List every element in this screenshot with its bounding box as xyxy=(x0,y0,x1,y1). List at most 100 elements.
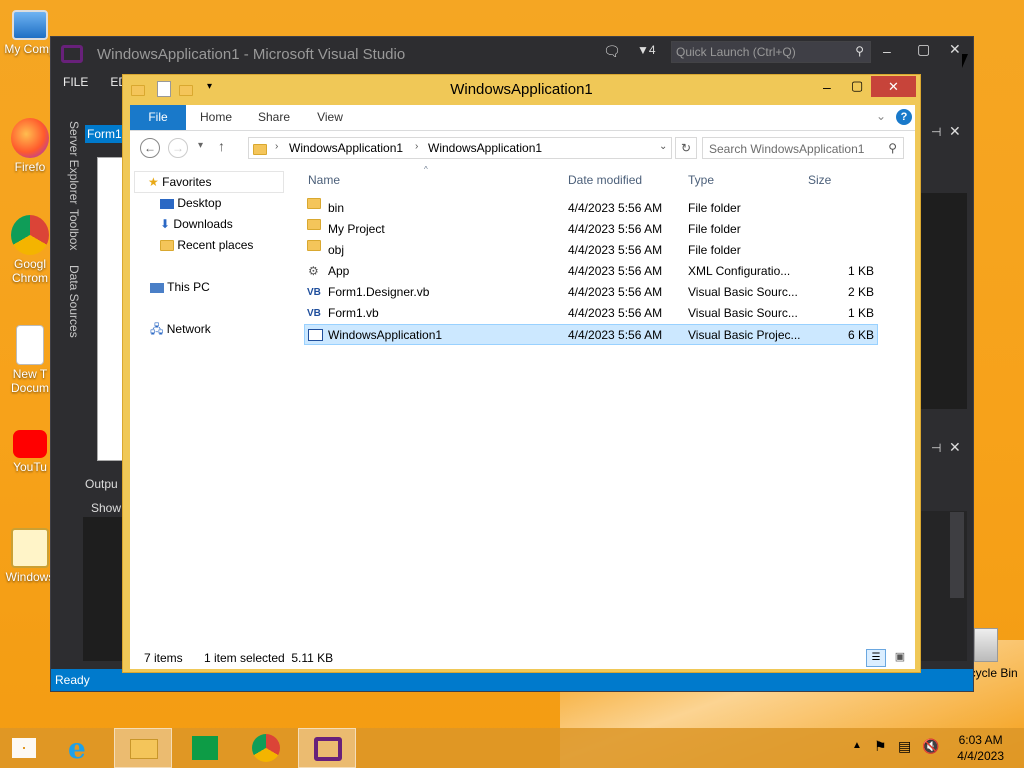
up-button[interactable]: ↑ xyxy=(218,138,225,154)
file-date: 4/4/2023 5:56 AM xyxy=(568,328,663,342)
back-button[interactable]: ← xyxy=(140,138,160,158)
taskbar-store[interactable] xyxy=(176,728,234,768)
start-button[interactable] xyxy=(0,728,58,768)
tab-share[interactable]: Share xyxy=(252,105,296,130)
file-type: File folder xyxy=(688,201,741,215)
clock-date: 4/4/2023 xyxy=(957,749,1004,763)
file-explorer-window[interactable]: ▾ WindowsApplication1 ‒ ▢ ✕ File Home Sh… xyxy=(122,74,921,673)
forward-button[interactable]: → xyxy=(168,138,188,158)
table-row[interactable]: VB Form1.Designer.vb 4/4/2023 5:56 AM Vi… xyxy=(304,282,878,303)
pin-icon[interactable]: ⊣ xyxy=(931,441,941,455)
tab-home[interactable]: Home xyxy=(194,105,238,130)
file-type: Visual Basic Sourc... xyxy=(688,285,798,299)
feedback-icon[interactable]: 🗨 xyxy=(603,43,621,60)
chrome-icon xyxy=(252,734,280,762)
table-row[interactable]: obj 4/4/2023 5:56 AM File folder xyxy=(304,240,878,261)
maximize-button[interactable]: ▢ xyxy=(851,78,863,94)
table-row[interactable]: ⚙ App 4/4/2023 5:56 AM XML Configuratio.… xyxy=(304,261,878,282)
data-sources-tab[interactable]: Data Sources xyxy=(61,265,81,338)
column-header-type[interactable]: Type xyxy=(688,173,714,187)
scrollbar[interactable] xyxy=(950,512,964,598)
youtube-icon xyxy=(13,430,47,458)
vb-icon: VB xyxy=(307,287,321,298)
tab-view[interactable]: View xyxy=(308,105,352,130)
file-type: File folder xyxy=(688,222,741,236)
navigation-pane: ★ Favorites Desktop ⬇ Downloads Recent p… xyxy=(130,165,290,645)
breadcrumb-item[interactable]: WindowsApplication1 xyxy=(289,141,403,155)
show-label: Show xyxy=(91,501,122,515)
nav-network[interactable]: 🖧 Network xyxy=(150,319,211,339)
refresh-button[interactable]: ↻ xyxy=(675,137,697,159)
show-hidden-icons-button[interactable]: ▲ xyxy=(852,740,862,751)
menu-file[interactable]: FILE xyxy=(63,75,88,89)
large-icons-view-button[interactable]: ▣ xyxy=(890,649,910,667)
nav-favorites[interactable]: ★ Favorites xyxy=(148,172,211,192)
action-center-flag-icon[interactable]: ⚑ xyxy=(874,738,887,755)
computer-icon xyxy=(150,282,164,293)
nav-desktop[interactable]: Desktop xyxy=(160,193,221,213)
vs-minimize-button[interactable]: ‒ xyxy=(883,43,891,59)
internet-explorer-icon: e xyxy=(68,732,86,765)
server-explorer-tab[interactable]: Server Explorer xyxy=(61,121,81,204)
taskbar-file-explorer[interactable] xyxy=(114,728,172,768)
notifications-button[interactable]: ▼4 xyxy=(637,43,656,57)
file-list: ^ Name Date modified Type Size bin 4/4/2… xyxy=(300,165,915,645)
chevron-down-icon[interactable]: ⌄ xyxy=(659,141,667,152)
nav-label: Desktop xyxy=(177,196,222,210)
volume-muted-icon[interactable]: 🔇 xyxy=(922,738,939,755)
quick-launch-input[interactable]: Quick Launch (Ctrl+Q) ⚲ xyxy=(671,41,871,63)
clock[interactable]: 6:03 AM 4/4/2023 xyxy=(957,732,1004,764)
toolbox-tab[interactable]: Toolbox xyxy=(61,209,81,250)
output-label: Outpu xyxy=(85,477,118,491)
table-row[interactable]: VB Form1.vb 4/4/2023 5:56 AM Visual Basi… xyxy=(304,303,878,324)
star-icon: ★ xyxy=(148,175,159,189)
minimize-button[interactable]: ‒ xyxy=(823,79,831,95)
pane-close-icon[interactable]: ✕ xyxy=(949,123,961,140)
file-name: obj xyxy=(328,243,345,257)
chrome-icon xyxy=(11,215,49,255)
taskbar-visual-studio[interactable] xyxy=(298,728,356,768)
details-view-button[interactable]: ☰ xyxy=(866,649,886,667)
firefox-icon xyxy=(11,118,49,158)
pane-close-icon[interactable]: ✕ xyxy=(949,439,961,456)
breadcrumb-item[interactable]: WindowsApplication1 xyxy=(428,141,542,155)
table-row[interactable]: My Project 4/4/2023 5:56 AM File folder xyxy=(304,219,878,240)
vs-maximize-button[interactable]: ▢ xyxy=(917,41,930,58)
output-pane xyxy=(83,517,125,661)
search-icon: ⚲ xyxy=(888,141,897,155)
text-document-icon xyxy=(16,325,44,365)
sort-arrow-icon: ^ xyxy=(424,165,428,174)
computer-icon xyxy=(12,10,48,40)
taskbar-ie[interactable]: e xyxy=(54,728,112,768)
file-size: 1 KB xyxy=(847,264,874,278)
table-row[interactable]: bin 4/4/2023 5:56 AM File folder xyxy=(304,198,878,219)
help-icon[interactable]: ? xyxy=(896,109,912,125)
explorer-status-bar: 7 items 1 item selected 5.11 KB ☰ ▣ xyxy=(130,645,915,669)
chevron-right-icon: › xyxy=(275,141,279,152)
vs-close-button[interactable]: ✕ xyxy=(949,41,961,58)
nav-recent-places[interactable]: Recent places xyxy=(160,235,253,255)
tab-form1[interactable]: Form1 xyxy=(85,125,125,143)
expand-ribbon-icon[interactable]: ⌄ xyxy=(876,109,886,123)
folder-icon xyxy=(253,142,267,156)
column-header-size[interactable]: Size xyxy=(808,173,831,187)
file-date: 4/4/2023 5:56 AM xyxy=(568,264,663,278)
close-button[interactable]: ✕ xyxy=(871,76,916,97)
nav-downloads[interactable]: ⬇ Downloads xyxy=(160,214,233,234)
recent-locations-button[interactable]: ▾ xyxy=(198,140,203,151)
file-type: File folder xyxy=(688,243,741,257)
table-row-selected[interactable]: WindowsApplication1 4/4/2023 5:56 AM Vis… xyxy=(304,324,878,345)
vb-icon: VB xyxy=(307,308,321,319)
windows-logo-icon xyxy=(12,738,36,758)
column-header-date[interactable]: Date modified xyxy=(568,173,642,187)
nav-label: Favorites xyxy=(162,175,212,189)
nav-this-pc[interactable]: This PC xyxy=(150,277,210,297)
address-bar[interactable]: › WindowsApplication1 › WindowsApplicati… xyxy=(248,137,672,159)
column-header-name[interactable]: Name xyxy=(308,173,340,187)
network-icon: 🖧 xyxy=(150,322,164,336)
search-input[interactable]: Search WindowsApplication1 ⚲ xyxy=(702,137,904,159)
taskbar-chrome[interactable] xyxy=(238,728,296,768)
network-status-icon[interactable]: ▤ xyxy=(898,738,911,755)
tab-file[interactable]: File xyxy=(130,105,186,130)
pin-icon[interactable]: ⊣ xyxy=(931,125,941,139)
